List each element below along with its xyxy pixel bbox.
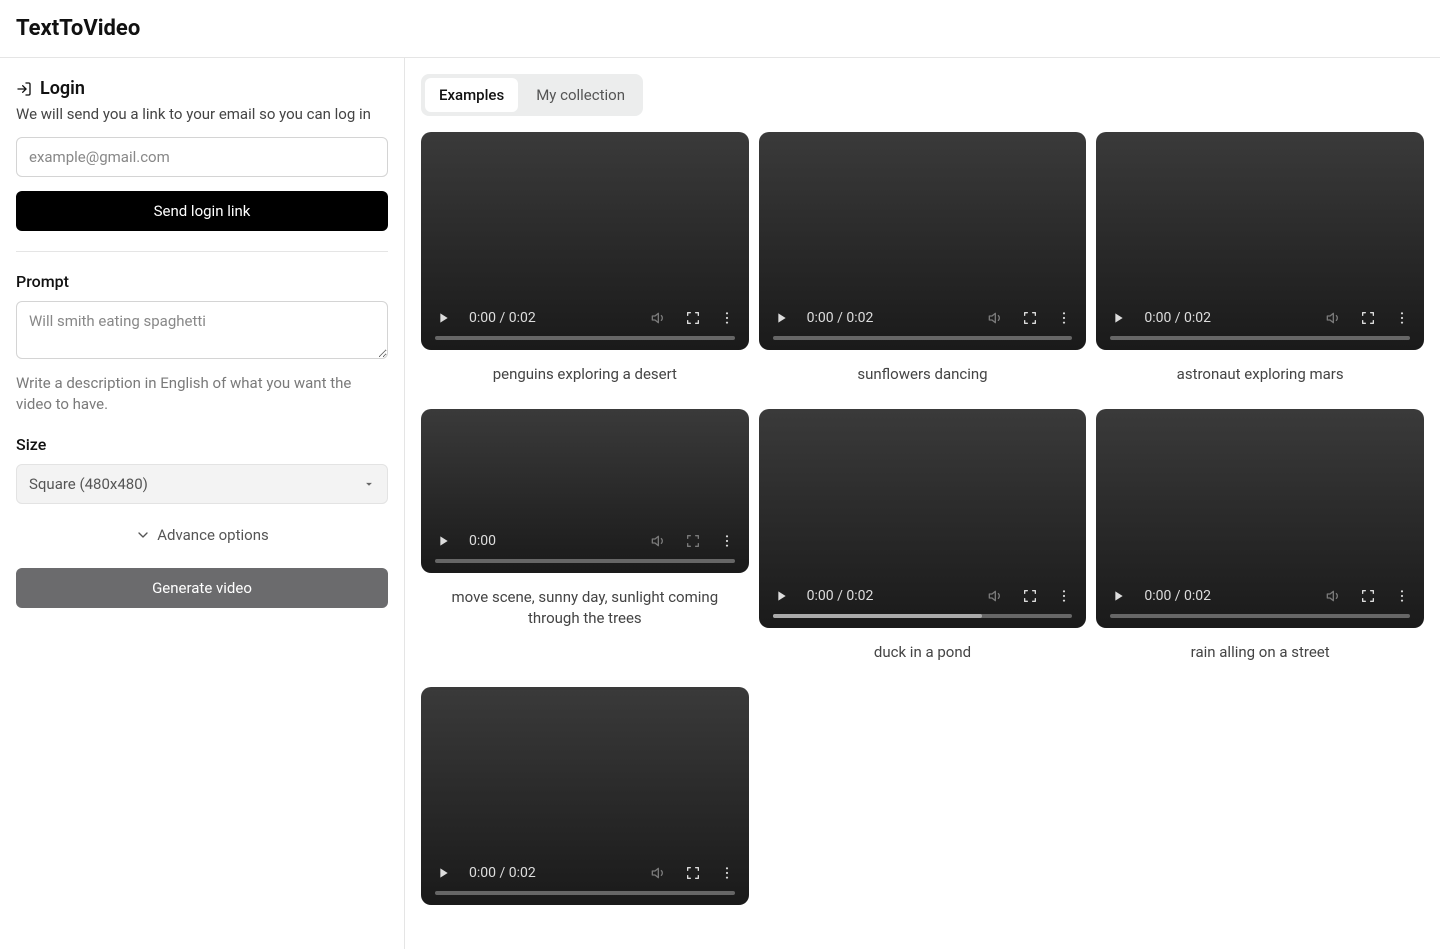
more-icon[interactable] [719, 310, 735, 326]
login-icon [16, 81, 32, 97]
video-caption: penguins exploring a desert [421, 364, 749, 399]
video-controls: 0:00 [421, 525, 749, 573]
size-label: Size [16, 435, 388, 454]
video-player[interactable]: 0:00 / 0:02 [1096, 409, 1424, 627]
generate-button[interactable]: Generate video [16, 568, 388, 608]
login-heading: Login [16, 78, 388, 99]
volume-icon[interactable] [988, 588, 1004, 604]
video-controls: 0:00 / 0:02 [759, 580, 1087, 628]
more-icon[interactable] [719, 865, 735, 881]
video-card: 0:00 move scene, sunny day, sunlight comi… [421, 409, 749, 643]
app-title: TextToVideo [16, 16, 1424, 41]
divider [16, 251, 388, 252]
header: TextToVideo [0, 0, 1440, 58]
video-caption: sunflowers dancing [759, 364, 1087, 399]
video-controls: 0:00 / 0:02 [421, 302, 749, 350]
video-caption: rain alling on a street [1096, 642, 1424, 677]
video-card: 0:00 / 0:02 [421, 687, 749, 933]
volume-icon[interactable] [1326, 588, 1342, 604]
video-caption: duck in a pond [759, 642, 1087, 677]
video-player[interactable]: 0:00 / 0:02 [759, 409, 1087, 627]
more-icon[interactable] [1056, 310, 1072, 326]
video-time: 0:00 / 0:02 [807, 310, 874, 326]
play-icon[interactable] [773, 588, 789, 604]
video-player[interactable]: 0:00 [421, 409, 749, 573]
fullscreen-icon[interactable] [685, 533, 701, 549]
video-time: 0:00 / 0:02 [1144, 588, 1211, 604]
video-progress[interactable] [1110, 614, 1410, 618]
video-time: 0:00 / 0:02 [807, 588, 874, 604]
video-player[interactable]: 0:00 / 0:02 [1096, 132, 1424, 350]
video-time: 0:00 / 0:02 [469, 865, 536, 881]
volume-icon[interactable] [651, 865, 667, 881]
login-desc: We will send you a link to your email so… [16, 105, 388, 123]
play-icon[interactable] [435, 865, 451, 881]
fullscreen-icon[interactable] [1360, 588, 1376, 604]
video-progress[interactable] [773, 614, 1073, 618]
video-time: 0:00 / 0:02 [469, 310, 536, 326]
video-time: 0:00 / 0:02 [1144, 310, 1211, 326]
play-icon[interactable] [435, 310, 451, 326]
video-player[interactable]: 0:00 / 0:02 [759, 132, 1087, 350]
video-card: 0:00 / 0:02 astronaut exploring mars [1096, 132, 1424, 399]
video-progress[interactable] [435, 891, 735, 895]
fullscreen-icon[interactable] [685, 310, 701, 326]
video-card: 0:00 / 0:02 penguins exploring a desert [421, 132, 749, 399]
login-title-text: Login [40, 78, 85, 99]
video-player[interactable]: 0:00 / 0:02 [421, 132, 749, 350]
video-time: 0:00 [469, 533, 496, 549]
volume-icon[interactable] [988, 310, 1004, 326]
video-caption [421, 919, 749, 933]
play-icon[interactable] [1110, 310, 1126, 326]
video-progress[interactable] [773, 336, 1073, 340]
video-card: 0:00 / 0:02 sunflowers dancing [759, 132, 1087, 399]
video-controls: 0:00 / 0:02 [759, 302, 1087, 350]
more-icon[interactable] [719, 533, 735, 549]
more-icon[interactable] [1056, 588, 1072, 604]
more-icon[interactable] [1394, 588, 1410, 604]
video-controls: 0:00 / 0:02 [421, 857, 749, 905]
video-player[interactable]: 0:00 / 0:02 [421, 687, 749, 905]
play-icon[interactable] [435, 533, 451, 549]
video-card: 0:00 / 0:02 rain alling on a street [1096, 409, 1424, 676]
tabs: Examples My collection [421, 74, 643, 116]
play-icon[interactable] [773, 310, 789, 326]
prompt-hint: Write a description in English of what y… [16, 373, 388, 415]
more-icon[interactable] [1394, 310, 1410, 326]
tab-my-collection[interactable]: My collection [522, 78, 639, 112]
play-icon[interactable] [1110, 588, 1126, 604]
volume-icon[interactable] [651, 310, 667, 326]
email-field[interactable] [16, 137, 388, 177]
volume-icon[interactable] [651, 533, 667, 549]
video-caption: move scene, sunny day, sunlight coming t… [421, 587, 749, 643]
prompt-label: Prompt [16, 272, 388, 291]
send-login-button[interactable]: Send login link [16, 191, 388, 231]
fullscreen-icon[interactable] [1022, 588, 1038, 604]
video-grid: 0:00 / 0:02penguins exploring a desert0:… [421, 132, 1424, 933]
prompt-input[interactable] [16, 301, 388, 359]
video-progress[interactable] [435, 559, 735, 563]
video-controls: 0:00 / 0:02 [1096, 302, 1424, 350]
fullscreen-icon[interactable] [1360, 310, 1376, 326]
video-progress[interactable] [1110, 336, 1410, 340]
fullscreen-icon[interactable] [685, 865, 701, 881]
video-caption: astronaut exploring mars [1096, 364, 1424, 399]
fullscreen-icon[interactable] [1022, 310, 1038, 326]
sidebar: Login We will send you a link to your em… [0, 58, 405, 949]
tab-examples[interactable]: Examples [425, 78, 518, 112]
video-progress[interactable] [435, 336, 735, 340]
video-card: 0:00 / 0:02 duck in a pond [759, 409, 1087, 676]
size-select[interactable]: Square (480x480) [16, 464, 388, 504]
advance-options-label: Advance options [157, 526, 268, 544]
video-controls: 0:00 / 0:02 [1096, 580, 1424, 628]
volume-icon[interactable] [1326, 310, 1342, 326]
main: Examples My collection 0:00 / 0:02 pengui… [405, 58, 1440, 949]
chevron-down-icon [135, 527, 151, 543]
advance-options-toggle[interactable]: Advance options [16, 526, 388, 544]
